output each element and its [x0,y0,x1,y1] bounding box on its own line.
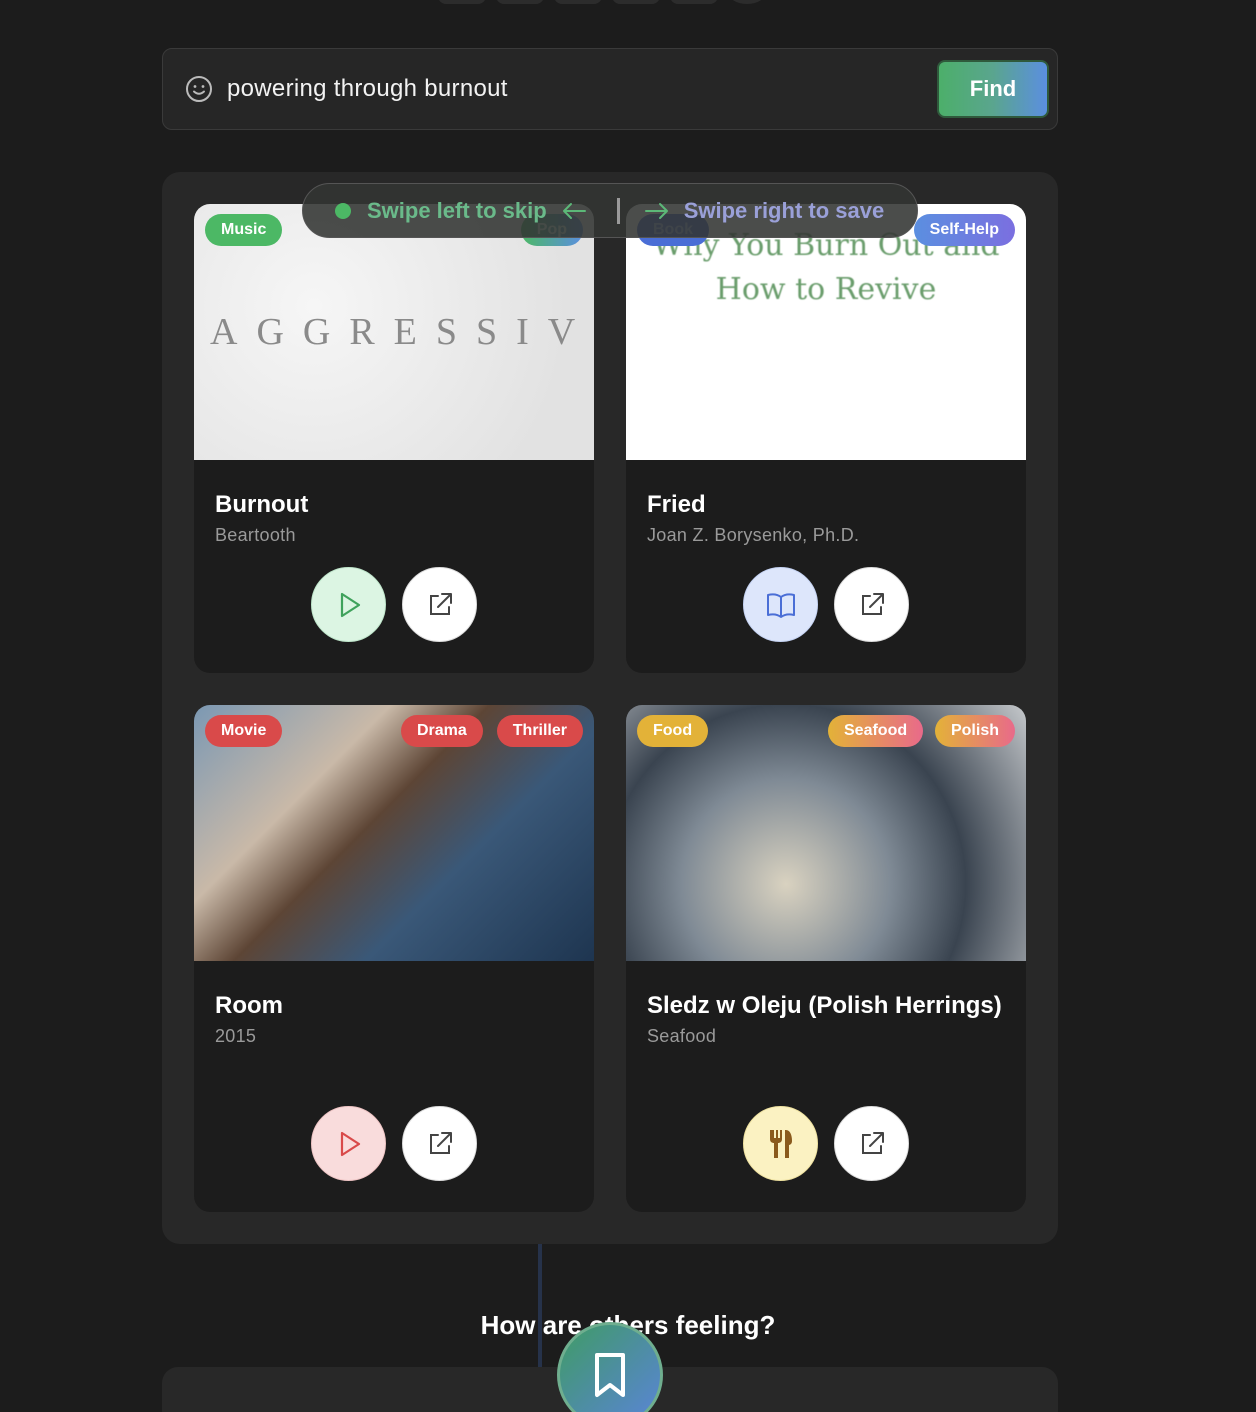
card-subtitle: Joan Z. Borysenko, Ph.D. [647,525,860,545]
open-external-button[interactable] [834,567,909,642]
recipe-button[interactable] [743,1106,818,1181]
genre-tag: Self-Help [913,214,1015,246]
external-link-icon [861,592,884,615]
play-icon [340,1131,360,1156]
nav-pill[interactable] [670,0,718,4]
nav-pill[interactable] [496,0,544,4]
book-cover: Why You Burn Out and How to Revive Book … [626,204,1026,460]
card-subtitle: Beartooth [215,525,296,545]
card-subtitle: Seafood [647,1026,717,1046]
cover-text: AGGRESSIVE [210,311,594,353]
recommendation-card-music[interactable]: AGGRESSIVE Music Pop Burnout Beartooth [194,204,594,673]
type-tag: Food [637,715,709,747]
swipe-hint: Swipe left to skip Swipe right to save [302,183,918,238]
movie-poster: Movie Drama Thriller [194,705,594,961]
external-link-icon [861,1131,884,1154]
type-tag: Movie [205,715,283,747]
open-external-button[interactable] [402,1106,477,1181]
play-icon [340,592,360,617]
mood-search-bar: Find [162,48,1058,130]
recommendation-card-book[interactable]: Why You Burn Out and How to Revive Book … [626,204,1026,673]
play-button[interactable] [311,1106,386,1181]
card-subtitle: 2015 [215,1026,257,1046]
album-cover: AGGRESSIVE Music Pop [194,204,594,460]
external-link-icon [429,1131,452,1154]
type-tag: Music [205,214,283,246]
card-title: Sledz w Oleju (Polish Herrings) [647,992,1002,1019]
divider [616,197,620,224]
open-external-button[interactable] [402,567,477,642]
nav-pill[interactable] [438,0,486,4]
top-nav-pills [438,0,766,4]
bookmark-icon [595,1353,625,1397]
book-open-icon [766,592,795,618]
food-photo: Food Seafood Polish [626,705,1026,961]
card-title: Room [215,992,283,1019]
external-link-icon [429,592,452,615]
swipe-save-label: Swipe right to save [683,197,885,223]
find-button[interactable]: Find [937,60,1049,118]
swipe-skip-label: Swipe left to skip [367,197,547,223]
arrow-right-icon [644,201,670,221]
open-external-button[interactable] [834,1106,909,1181]
genre-tag: Polish [934,715,1015,747]
arrow-left-icon [561,201,587,221]
genre-tag: Thriller [496,715,583,747]
smiley-icon [185,75,213,103]
nav-pill-round[interactable] [728,0,766,4]
recommendation-card-movie[interactable]: Movie Drama Thriller Room 2015 [194,705,594,1212]
utensils-icon [769,1129,792,1158]
genre-tag: Seafood [828,715,924,747]
nav-pill[interactable] [612,0,660,4]
mood-search-input[interactable] [227,75,937,103]
status-dot [335,202,351,219]
read-button[interactable] [743,567,818,642]
nav-pill[interactable] [554,0,602,4]
card-title: Fried [647,491,706,518]
recommendation-card-food[interactable]: Food Seafood Polish Sledz w Oleju (Polis… [626,705,1026,1212]
genre-tag: Drama [401,715,483,747]
play-button[interactable] [311,567,386,642]
card-title: Burnout [215,491,309,518]
